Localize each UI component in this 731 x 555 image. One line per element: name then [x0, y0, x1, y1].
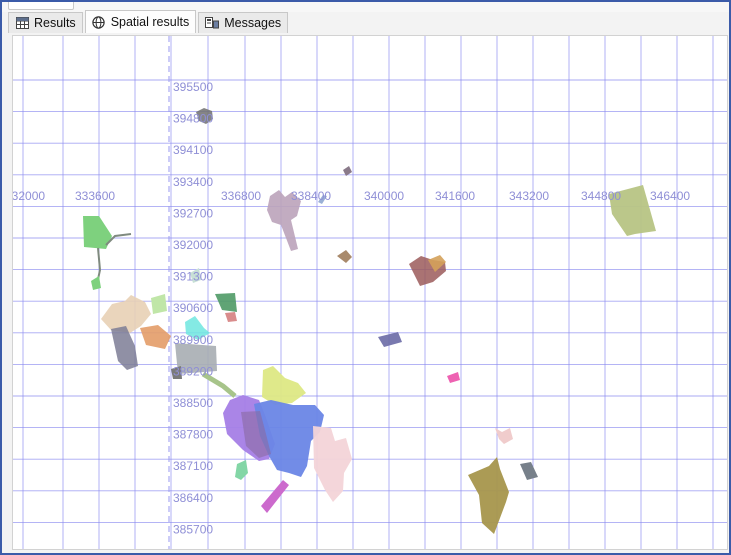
grid-icon — [15, 16, 29, 30]
y-tick-label: 394100 — [173, 143, 213, 157]
y-tick-label: 387800 — [173, 428, 213, 442]
y-tick-label: 392000 — [173, 238, 213, 252]
polygon-yellow-green — [262, 366, 306, 405]
spatial-results-window: Results Spatial results Messages 395500 … — [0, 0, 731, 555]
x-tick-label: 341600 — [435, 189, 475, 203]
y-tick-label: 386400 — [173, 491, 213, 505]
y-tick-label: 389200 — [173, 364, 213, 378]
y-tick-label: 392700 — [173, 206, 213, 220]
y-tick-label: 393400 — [173, 175, 213, 189]
y-tick-label: 385700 — [173, 522, 213, 536]
spatial-map[interactable]: 395500 394800 394100 393400 392700 392000 3913… — [13, 36, 727, 549]
map-panel[interactable]: 395500 394800 394100 393400 392700 392000 3913… — [12, 35, 728, 550]
grid-lines — [13, 36, 727, 549]
tab-messages-label: Messages — [224, 16, 282, 30]
globe-icon — [92, 15, 106, 29]
x-tick-label: 340000 — [364, 189, 404, 203]
polygon-brown-small — [337, 250, 352, 263]
polygon-orchid-bar — [261, 480, 289, 513]
y-tick-label: 395500 — [173, 80, 213, 94]
polygon-lightgreen — [151, 294, 167, 314]
polygon-darkslate-small — [520, 462, 538, 480]
tab-results-label: Results — [34, 16, 76, 30]
x-tick-label: 332000 — [13, 189, 45, 203]
x-tick-label: 336800 — [221, 189, 261, 203]
y-tick-label: 387100 — [173, 459, 213, 473]
x-tick-label: 338400 — [291, 189, 331, 203]
messages-icon — [205, 16, 220, 30]
polygon-darkgreen — [215, 293, 237, 312]
tab-messages[interactable]: Messages — [198, 12, 289, 33]
top-tab-stub — [8, 2, 74, 10]
x-tick-label: 343200 — [509, 189, 549, 203]
polygon-slate-blue — [378, 332, 402, 347]
x-tick-label: 333600 — [75, 189, 115, 203]
polygon-pink-right-small — [495, 428, 513, 444]
y-tick-label: 394800 — [173, 112, 213, 126]
polygon-green-small — [91, 276, 101, 290]
x-tick-label: 346400 — [650, 189, 690, 203]
x-axis-labels: 332000 333600 336800 338400 340000 341600 3432… — [13, 189, 690, 203]
y-tick-label: 391300 — [173, 270, 213, 284]
tab-results[interactable]: Results — [8, 12, 83, 33]
y-tick-label: 388500 — [173, 396, 213, 410]
polygon-magenta — [447, 372, 460, 383]
y-tick-label: 390600 — [173, 301, 213, 315]
tab-spatial-results-label: Spatial results — [110, 15, 190, 29]
y-tick-label: 389900 — [173, 333, 213, 347]
polygon-orange-left — [140, 325, 171, 349]
x-tick-label: 344800 — [581, 189, 621, 203]
y-axis-labels: 395500 394800 394100 393400 392700 392000 3913… — [173, 80, 213, 536]
tab-spatial-results[interactable]: Spatial results — [84, 10, 197, 33]
polygon-mint-small — [235, 460, 248, 480]
result-tabs: Results Spatial results Messages — [8, 10, 289, 35]
polygon-pink-small — [225, 312, 237, 322]
